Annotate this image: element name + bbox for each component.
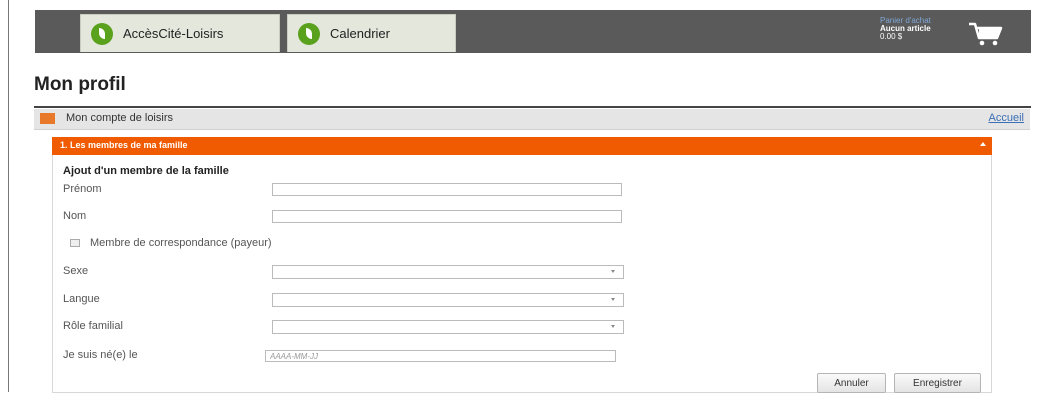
family-role-select[interactable] [272,320,624,334]
page-title: Mon profil [34,74,126,95]
panel-header[interactable]: 1. Les membres de ma famille [52,137,992,155]
collapse-arrow-icon[interactable] [980,142,986,146]
birth-date-label: Je suis né(e) le [63,349,138,361]
tab-acces-cite-loisirs[interactable]: AccèsCité-Loisirs [80,14,280,52]
cancel-button[interactable]: Annuler [817,373,886,393]
save-button[interactable]: Enregistrer [894,373,981,393]
last-name-input[interactable] [272,210,622,223]
leaf-icon [298,22,320,45]
correspondence-checkbox[interactable] [70,239,80,247]
home-link[interactable]: Accueil [989,112,1024,124]
section-header: Mon compte de loisirs Accueil [34,109,1030,130]
title-divider [34,106,1031,108]
section-title: Mon compte de loisirs [66,112,173,124]
section-icon [40,113,55,124]
birth-date-input[interactable] [265,350,616,362]
chevron-down-icon [611,270,615,273]
family-role-label: Rôle familial [63,320,123,332]
first-name-input[interactable] [272,183,622,196]
sex-label: Sexe [63,265,89,277]
chevron-down-icon [611,325,615,328]
language-select[interactable] [272,293,624,307]
language-label: Langue [63,293,100,305]
tab-calendrier[interactable]: Calendrier [287,14,456,52]
sex-select[interactable] [272,265,624,279]
form-heading: Ajout d'un membre de la famille [63,165,229,177]
cart-summary[interactable]: Panier d'achat Aucun article 0.00 $ [880,17,931,41]
correspondence-label[interactable]: Membre de correspondance (payeur) [90,237,272,249]
panel-title: 1. Les membres de ma famille [60,140,188,150]
leaf-icon [91,22,113,45]
left-page-border [8,0,9,392]
tab-label: AccèsCité-Loisirs [123,26,224,41]
cart-total: 0.00 $ [880,32,903,41]
first-name-label: Prénom [63,183,102,195]
tab-label: Calendrier [330,26,390,41]
last-name-label: Nom [63,210,87,222]
chevron-down-icon [611,298,615,301]
shopping-cart-icon[interactable] [967,20,1003,48]
